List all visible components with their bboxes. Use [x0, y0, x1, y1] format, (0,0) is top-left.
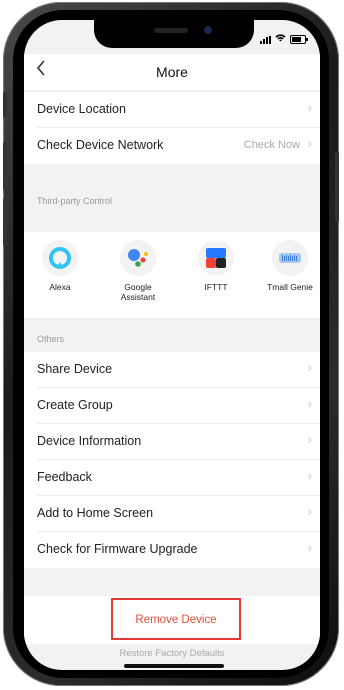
- row-label: Feedback: [37, 470, 92, 484]
- tmall-genie-icon: [272, 240, 308, 276]
- third-party-label: IFTTT: [204, 282, 228, 292]
- volume-down-button: [3, 198, 7, 246]
- home-indicator[interactable]: [124, 664, 224, 668]
- google-assistant-icon: [120, 240, 156, 276]
- create-group-row[interactable]: Create Group ›: [24, 388, 320, 424]
- remove-device-highlight: Remove Device: [111, 598, 241, 640]
- third-party-label: Alexa: [49, 282, 71, 292]
- share-device-row[interactable]: Share Device ›: [24, 352, 320, 388]
- remove-device-button[interactable]: Remove Device: [113, 614, 239, 626]
- ifttt-icon: [198, 240, 234, 276]
- screen: More Device Location › Check Device Netw…: [24, 20, 320, 670]
- third-party-google-assistant[interactable]: Google Assistant: [108, 240, 168, 302]
- firmware-upgrade-row[interactable]: Check for Firmware Upgrade ›: [24, 532, 320, 568]
- chevron-right-icon: ›: [307, 100, 312, 115]
- device-location-label: Device Location: [37, 102, 126, 116]
- row-label: Device Information: [37, 434, 142, 448]
- row-label: Create Group: [37, 398, 113, 412]
- row-label: Check for Firmware Upgrade: [37, 542, 198, 556]
- device-information-row[interactable]: Device Information ›: [24, 424, 320, 460]
- camera: [204, 26, 212, 34]
- chevron-right-icon: ›: [307, 504, 312, 519]
- mute-switch: [3, 92, 7, 118]
- check-now-link[interactable]: Check Now: [244, 139, 300, 151]
- third-party-alexa[interactable]: Alexa: [30, 240, 90, 292]
- third-party-label: Google Assistant: [120, 282, 156, 302]
- row-label: Add to Home Screen: [37, 506, 154, 520]
- power-button: [335, 152, 339, 222]
- others-header: Others: [37, 334, 65, 344]
- restore-factory-defaults-button[interactable]: Restore Factory Defaults: [24, 648, 320, 659]
- third-party-panel: Alexa Google Assistant IFTTT Tmall Genie: [24, 232, 320, 318]
- chevron-right-icon: ›: [307, 360, 312, 375]
- chevron-right-icon: ›: [307, 432, 312, 447]
- add-to-home-screen-row[interactable]: Add to Home Screen ›: [24, 496, 320, 532]
- volume-up-button: [3, 142, 7, 190]
- notch: [94, 20, 254, 48]
- feedback-row[interactable]: Feedback ›: [24, 460, 320, 496]
- status-icons: [260, 34, 308, 45]
- check-network-row[interactable]: Check Device Network Check Now ›: [24, 128, 320, 164]
- chevron-right-icon: ›: [307, 136, 312, 151]
- chevron-right-icon: ›: [307, 540, 312, 555]
- check-network-label: Check Device Network: [37, 138, 164, 152]
- page-title: More: [156, 64, 188, 80]
- row-label: Share Device: [37, 362, 113, 376]
- chevron-right-icon: ›: [307, 468, 312, 483]
- third-party-label: Tmall Genie: [267, 282, 313, 292]
- device-location-row[interactable]: Device Location ›: [24, 92, 320, 128]
- third-party-tmall-genie[interactable]: Tmall Genie: [260, 240, 320, 292]
- third-party-header: Third-party Control: [37, 196, 113, 206]
- battery-icon: [290, 35, 308, 44]
- remove-device-panel: Remove Device: [24, 596, 320, 644]
- signal-icon: [260, 35, 271, 44]
- third-party-ifttt[interactable]: IFTTT: [186, 240, 246, 292]
- speaker: [154, 28, 188, 33]
- nav-bar: More: [24, 54, 320, 90]
- alexa-icon: [42, 240, 78, 276]
- wifi-icon: [275, 34, 286, 45]
- chevron-right-icon: ›: [307, 396, 312, 411]
